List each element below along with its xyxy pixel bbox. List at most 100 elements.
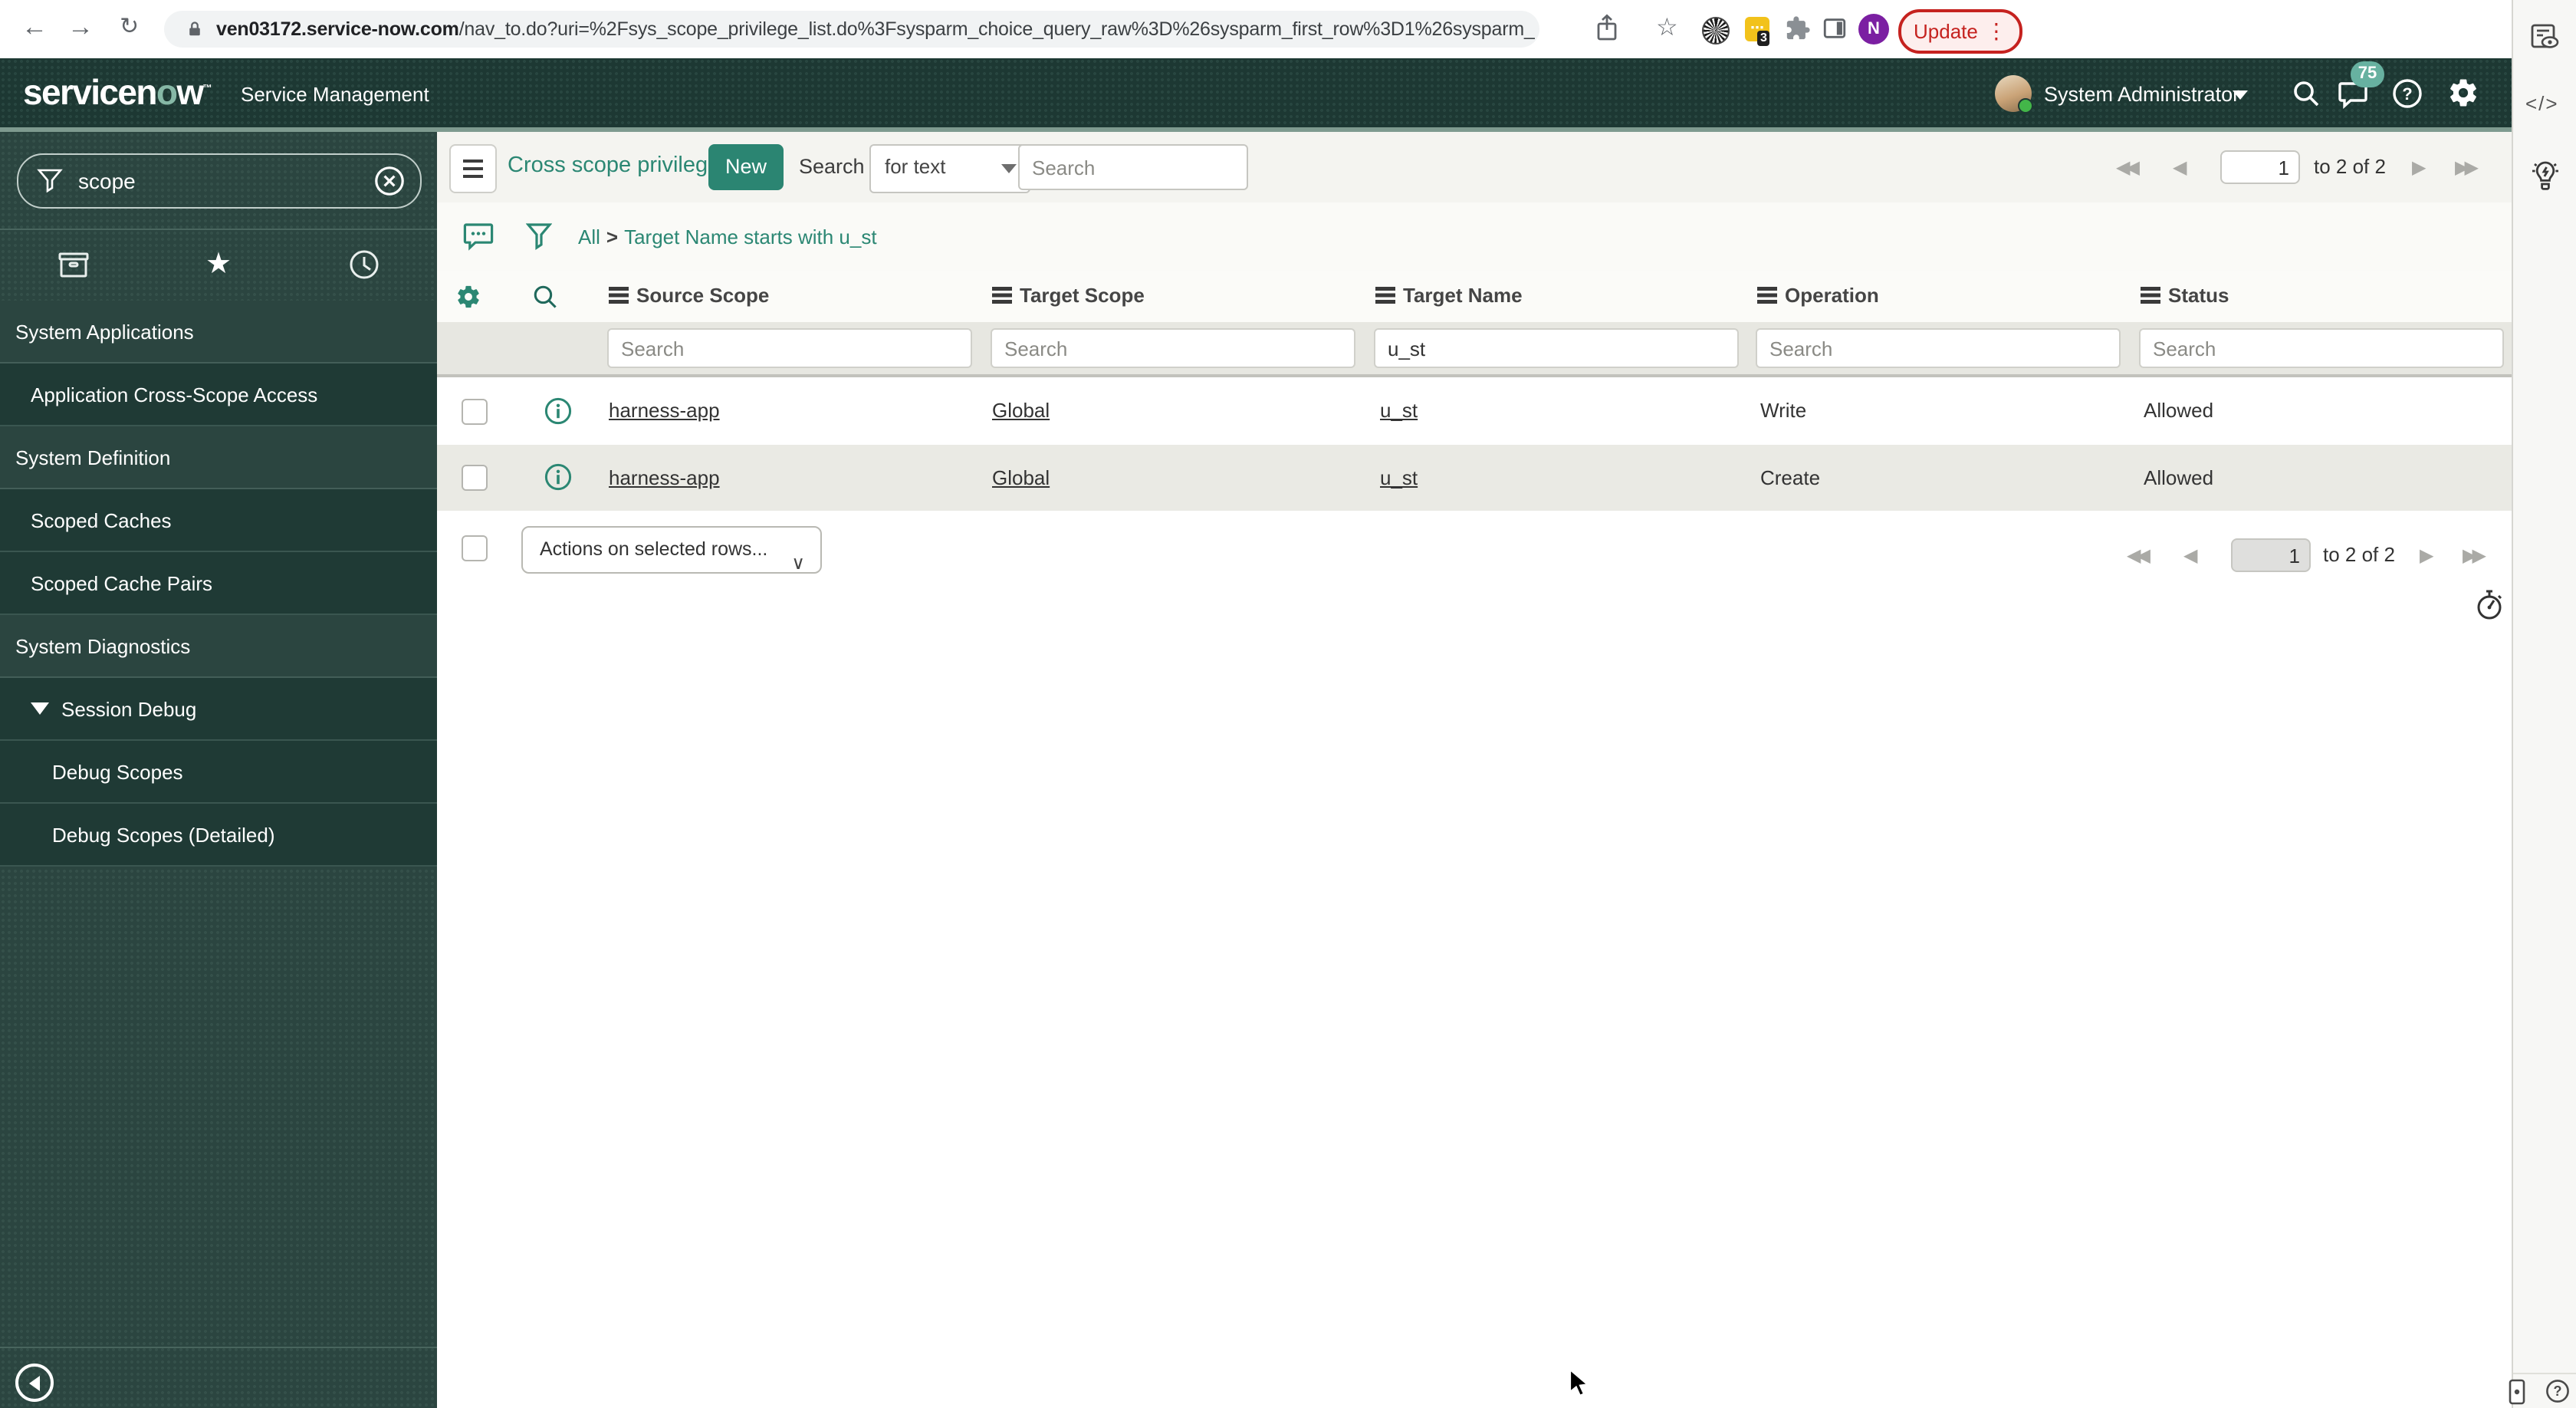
sidebar-item-scoped-cache-pairs[interactable]: Scoped Cache Pairs bbox=[0, 552, 437, 615]
sidebar-item-application-cross-scope-access[interactable]: Application Cross-Scope Access bbox=[0, 364, 437, 426]
row-checkbox[interactable] bbox=[462, 465, 488, 491]
sidebar-item-scoped-caches[interactable]: Scoped Caches bbox=[0, 489, 437, 552]
help-circle-icon[interactable]: ? bbox=[2545, 1379, 2570, 1408]
select-caret-icon bbox=[1001, 164, 1017, 173]
cell-source-scope-link[interactable]: harness-app bbox=[609, 399, 720, 422]
column-header-source-scope[interactable]: Source Scope bbox=[609, 284, 769, 307]
table-row[interactable]: harness-app Global u_st Create Allowed bbox=[437, 445, 2512, 512]
collapse-triangle-icon[interactable] bbox=[31, 702, 49, 715]
navigator-filter[interactable] bbox=[17, 153, 422, 209]
column-header-status[interactable]: Status bbox=[2141, 284, 2229, 307]
column-search-toggle-icon[interactable] bbox=[532, 284, 558, 314]
reading-list-icon[interactable] bbox=[2530, 23, 2561, 57]
column-menu-icon[interactable] bbox=[1375, 287, 1395, 304]
help-icon[interactable]: ? bbox=[2392, 78, 2423, 113]
sidebar-section-system-applications[interactable]: System Applications bbox=[0, 301, 437, 364]
navigator-filter-input[interactable] bbox=[75, 167, 374, 195]
sidebar-item-label: Scoped Cache Pairs bbox=[31, 571, 213, 594]
select-all-checkbox[interactable] bbox=[462, 535, 488, 561]
global-search-icon[interactable] bbox=[2291, 78, 2321, 113]
column-menu-icon[interactable] bbox=[2141, 287, 2160, 304]
next-page-button[interactable]: ▶ bbox=[2420, 538, 2433, 572]
browser-forward-icon[interactable]: → bbox=[67, 11, 94, 44]
filter-target-scope-input[interactable] bbox=[991, 328, 1355, 368]
column-menu-icon[interactable] bbox=[992, 287, 1012, 304]
logo-trademark: ™ bbox=[202, 84, 212, 94]
column-header-target-name[interactable]: Target Name bbox=[1375, 284, 1523, 307]
browser-menu-icon[interactable]: ⋮ bbox=[1986, 18, 2007, 44]
page-number-input[interactable] bbox=[2220, 150, 2300, 184]
cell-target-name-link[interactable]: u_st bbox=[1380, 466, 1418, 489]
last-page-button[interactable]: ▶▶ bbox=[2455, 150, 2479, 184]
user-menu[interactable]: System Administrator bbox=[2044, 83, 2239, 106]
browser-update-button[interactable]: Update ⋮ bbox=[1898, 9, 2022, 54]
list-view: Cross scope privileges New Search for te… bbox=[437, 132, 2512, 1408]
column-header-operation[interactable]: Operation bbox=[1757, 284, 1879, 307]
extension-badge: 3 bbox=[1757, 31, 1770, 46]
page-number-input[interactable] bbox=[2231, 538, 2311, 572]
tab-favorites[interactable]: ★ bbox=[146, 229, 291, 301]
breadcrumb-funnel-icon[interactable] bbox=[525, 222, 553, 256]
previous-page-button[interactable]: ◀ bbox=[2173, 150, 2187, 184]
cell-target-scope-link[interactable]: Global bbox=[992, 399, 1050, 422]
user-menu-caret-icon[interactable] bbox=[2233, 90, 2248, 100]
extension-yellow-icon[interactable]: ⋯ 3 bbox=[1745, 17, 1770, 46]
filter-target-name-input[interactable] bbox=[1374, 328, 1739, 368]
list-chat-icon[interactable] bbox=[462, 219, 495, 258]
share-icon[interactable] bbox=[1595, 14, 1619, 48]
first-page-button[interactable]: ◀◀ bbox=[2127, 538, 2150, 572]
address-bar[interactable]: ven03172.service-now.com/nav_to.do?uri=%… bbox=[164, 11, 1539, 48]
sidebar-section-system-diagnostics[interactable]: System Diagnostics bbox=[0, 615, 437, 678]
extension-sunburst-icon[interactable] bbox=[1702, 17, 1730, 44]
next-page-button[interactable]: ▶ bbox=[2412, 150, 2426, 184]
filter-status-input[interactable] bbox=[2139, 328, 2504, 368]
user-avatar[interactable] bbox=[1995, 75, 2033, 113]
scroll-widget-icon[interactable] bbox=[2509, 1379, 2525, 1408]
sidebar-section-system-definition[interactable]: System Definition bbox=[0, 426, 437, 489]
search-type-select[interactable]: for text bbox=[869, 144, 1030, 193]
cell-source-scope-link[interactable]: harness-app bbox=[609, 466, 720, 489]
breadcrumb-all-link[interactable]: All bbox=[578, 225, 600, 248]
sidebar-group-session-debug[interactable]: Session Debug bbox=[0, 678, 437, 741]
settings-gear-icon[interactable] bbox=[2447, 77, 2479, 113]
breadcrumb-condition-link[interactable]: Target Name starts with u_st bbox=[624, 225, 876, 248]
tab-all-applications[interactable] bbox=[0, 229, 146, 301]
filter-operation-input[interactable] bbox=[1756, 328, 2121, 368]
browser-reload-icon[interactable]: ↻ bbox=[120, 11, 139, 44]
browser-profile-avatar[interactable]: N bbox=[1858, 14, 1889, 44]
table-row[interactable]: harness-app Global u_st Write Allowed bbox=[437, 377, 2512, 446]
cell-target-name-link[interactable]: u_st bbox=[1380, 399, 1418, 422]
list-context-menu-button[interactable] bbox=[449, 144, 497, 193]
first-page-button[interactable]: ◀◀ bbox=[2116, 150, 2140, 184]
row-checkbox[interactable] bbox=[462, 399, 488, 425]
actions-on-selected-rows-select[interactable]: Actions on selected rows... ∨ bbox=[521, 526, 822, 574]
sidebar-item-debug-scopes-detailed[interactable]: Debug Scopes (Detailed) bbox=[0, 804, 437, 867]
column-menu-icon[interactable] bbox=[1757, 287, 1777, 304]
row-info-icon[interactable] bbox=[544, 397, 572, 429]
list-search-input[interactable] bbox=[1018, 144, 1248, 190]
tab-history[interactable] bbox=[291, 229, 437, 301]
list-title[interactable]: Cross scope privileges bbox=[508, 153, 731, 178]
row-info-icon[interactable] bbox=[544, 463, 572, 495]
logo-text-end: w bbox=[176, 72, 204, 112]
cell-target-scope-link[interactable]: Global bbox=[992, 466, 1050, 489]
extensions-puzzle-icon[interactable] bbox=[1785, 15, 1811, 46]
personalize-list-gear-icon[interactable] bbox=[455, 284, 481, 314]
column-header-target-scope[interactable]: Target Scope bbox=[992, 284, 1145, 307]
collapse-sidebar-button[interactable] bbox=[15, 1364, 54, 1402]
previous-page-button[interactable]: ◀ bbox=[2183, 538, 2197, 572]
side-panel-icon[interactable] bbox=[1822, 15, 1848, 46]
servicenow-window: ← → ↻ ven03172.service-now.com/nav_to.do… bbox=[0, 0, 2576, 1408]
idea-lightbulb-icon[interactable] bbox=[2528, 158, 2562, 198]
browser-back-icon[interactable]: ← bbox=[21, 11, 48, 44]
last-page-button[interactable]: ▶▶ bbox=[2463, 538, 2486, 572]
filter-source-scope-input[interactable] bbox=[607, 328, 972, 368]
code-panel-icon[interactable]: </> bbox=[2525, 92, 2559, 115]
response-time-stopwatch-icon[interactable] bbox=[2475, 589, 2504, 626]
sidebar-item-debug-scopes[interactable]: Debug Scopes bbox=[0, 741, 437, 804]
column-menu-icon[interactable] bbox=[609, 287, 629, 304]
bookmark-star-icon[interactable]: ☆ bbox=[1656, 12, 1678, 43]
sidebar-section-label: System Diagnostics bbox=[15, 634, 191, 657]
clear-filter-icon[interactable] bbox=[374, 166, 405, 196]
new-record-button[interactable]: New bbox=[708, 144, 784, 190]
